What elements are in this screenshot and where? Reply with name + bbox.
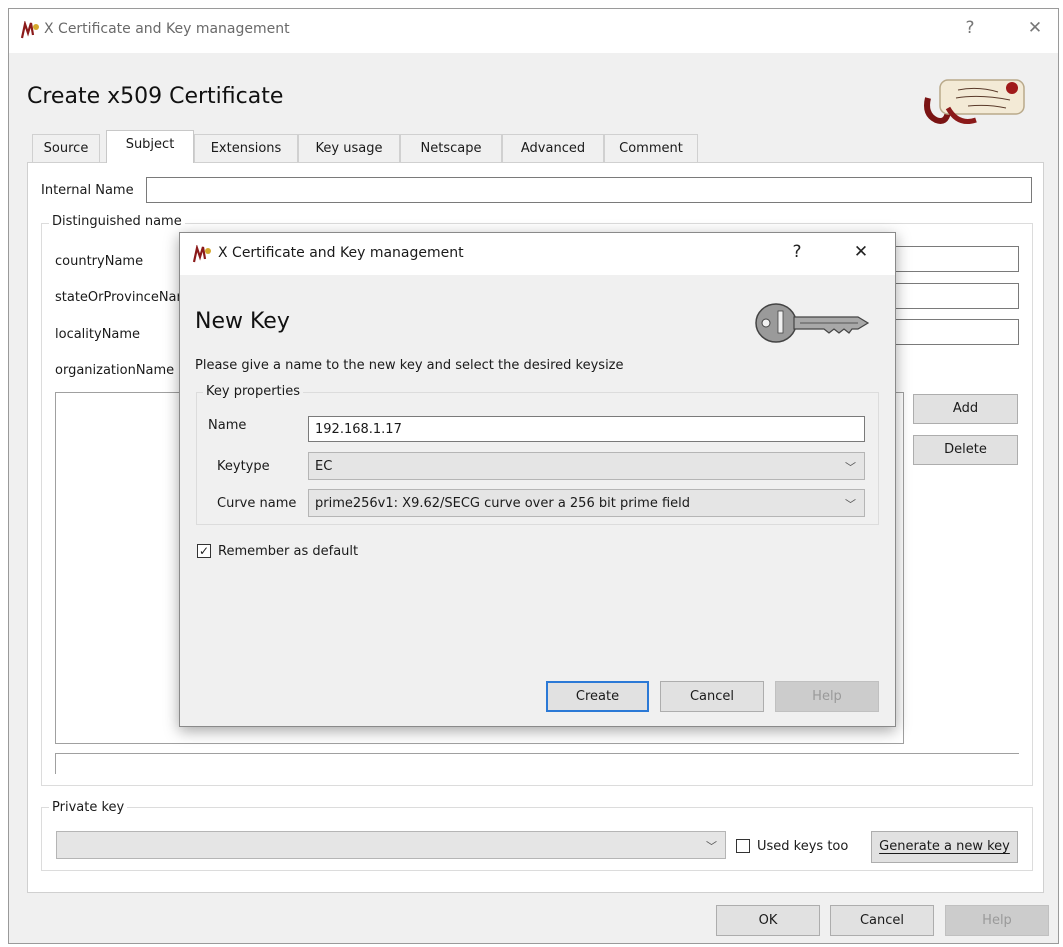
checkmark-icon: ✓ (198, 544, 210, 558)
locality-name-input[interactable] (893, 319, 1019, 345)
organization-name-label: organizationName (55, 363, 175, 378)
dialog-help-button-footer[interactable]: Help (775, 681, 879, 712)
remember-default-label: Remember as default (218, 544, 359, 559)
dialog-heading: New Key (195, 309, 290, 334)
tab-source[interactable]: Source (32, 134, 100, 162)
key-icon (755, 303, 870, 343)
create-button[interactable]: Create (546, 681, 649, 712)
generate-new-key-button[interactable]: Generate a new key (871, 831, 1018, 863)
chevron-down-icon: ﹀ (845, 461, 856, 474)
key-properties-title: Key properties (203, 384, 304, 399)
chevron-down-icon: ﹀ (706, 840, 717, 853)
tab-subject[interactable]: Subject (106, 130, 194, 163)
country-name-input[interactable] (893, 246, 1019, 272)
window-help-button[interactable]: ? (955, 18, 985, 38)
state-name-label: stateOrProvinceName (55, 290, 179, 305)
tab-comment[interactable]: Comment (604, 134, 698, 162)
keytype-select[interactable]: EC ﹀ (308, 452, 865, 480)
tab-advanced[interactable]: Advanced (502, 134, 604, 162)
keytype-label: Keytype (217, 459, 270, 474)
key-name-label: Name (208, 418, 247, 433)
distinguished-name-title: Distinguished name (49, 214, 185, 229)
keytype-value: EC (315, 459, 333, 474)
cancel-button[interactable]: Cancel (830, 905, 934, 936)
tab-netscape[interactable]: Netscape (400, 134, 502, 162)
curve-name-select[interactable]: prime256v1: X9.62/SECG curve over a 256 … (308, 489, 865, 517)
country-name-label: countryName (55, 254, 144, 269)
internal-name-input[interactable] (146, 177, 1032, 203)
dialog-help-button[interactable]: ? (782, 242, 812, 262)
ok-button[interactable]: OK (716, 905, 820, 936)
window-title: X Certificate and Key management (44, 21, 290, 37)
state-name-input[interactable] (893, 283, 1019, 309)
chevron-down-icon: ﹀ (845, 498, 856, 511)
tab-extensions[interactable]: Extensions (194, 134, 298, 162)
xca-app-icon (192, 245, 211, 263)
dn-info-line (55, 753, 1019, 774)
locality-name-label: localityName (55, 327, 141, 342)
private-key-title: Private key (49, 800, 128, 815)
dialog-close-button[interactable]: ✕ (846, 242, 876, 262)
dialog-cancel-button[interactable]: Cancel (660, 681, 764, 712)
add-button[interactable]: Add (913, 394, 1018, 424)
page-title: Create x509 Certificate (27, 84, 284, 109)
window-close-button[interactable]: ✕ (1020, 18, 1050, 38)
dialog-title: X Certificate and Key management (218, 245, 464, 261)
private-key-select[interactable]: ﹀ (56, 831, 726, 859)
key-name-value: 192.168.1.17 (315, 422, 402, 437)
curve-name-value: prime256v1: X9.62/SECG curve over a 256 … (315, 496, 691, 511)
dialog-description: Please give a name to the new key and se… (195, 358, 624, 373)
internal-name-label: Internal Name (41, 183, 134, 198)
tab-key-usage[interactable]: Key usage (298, 134, 400, 162)
help-button[interactable]: Help (945, 905, 1049, 936)
key-name-input[interactable]: 192.168.1.17 (308, 416, 865, 442)
xca-app-icon (20, 21, 39, 39)
remember-default-checkbox[interactable]: ✓ (197, 544, 211, 558)
delete-button[interactable]: Delete (913, 435, 1018, 465)
used-keys-label: Used keys too (757, 839, 849, 854)
certificate-scroll-icon (924, 79, 1025, 124)
curve-name-label: Curve name (217, 496, 297, 511)
used-keys-checkbox[interactable] (736, 839, 750, 853)
